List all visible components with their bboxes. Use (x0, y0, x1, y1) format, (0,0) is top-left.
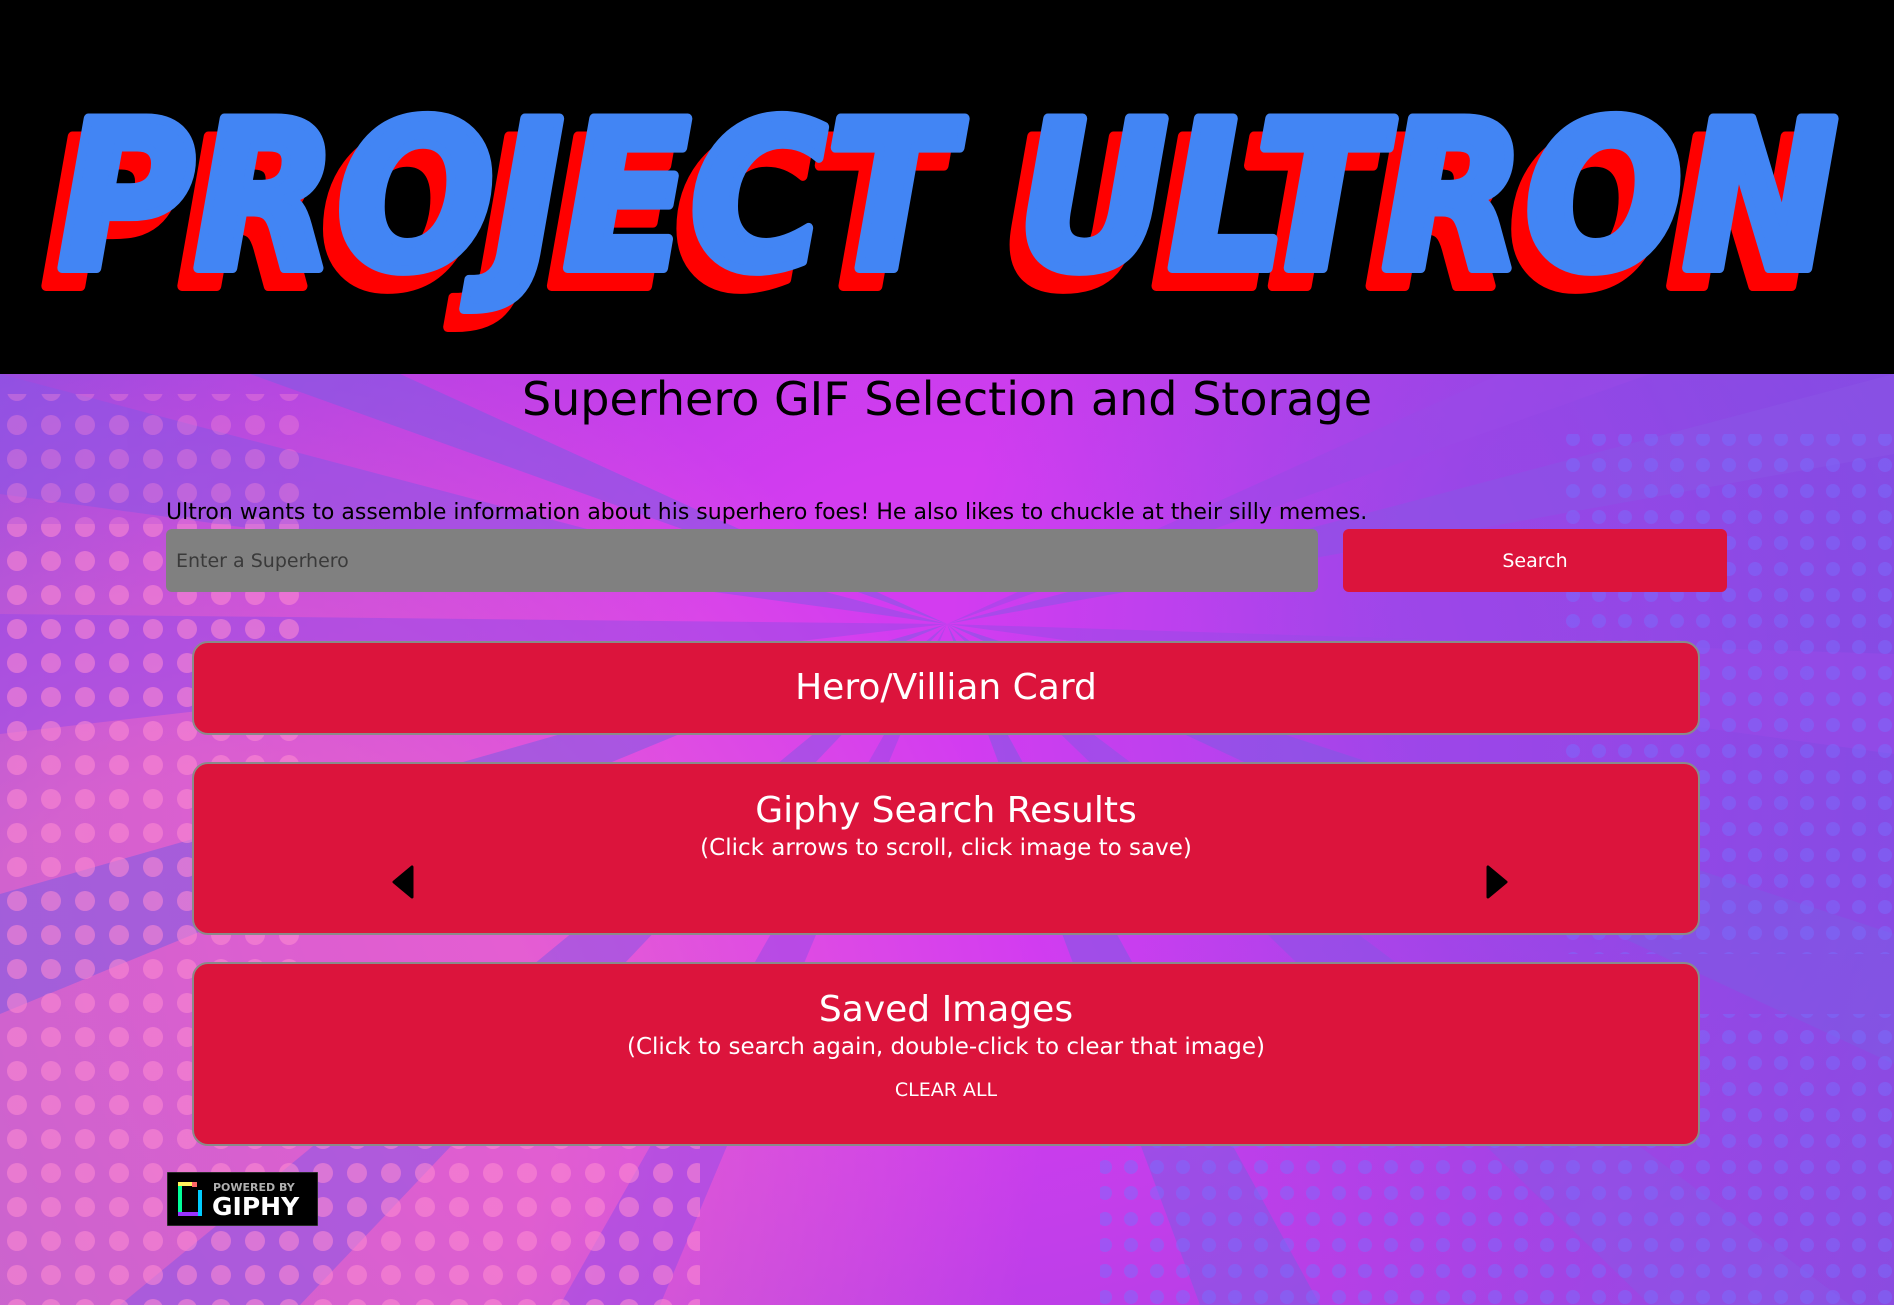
giphy-card-instructions: (Click arrows to scroll, click image to … (700, 835, 1192, 861)
saved-card-instructions: (Click to search again, double-click to … (626, 1034, 1266, 1060)
superhero-search-input[interactable] (166, 529, 1318, 592)
saved-images-card: Saved Images (Click to search again, dou… (192, 962, 1700, 1146)
logo-text: PROJECT ULTRON (58, 79, 1838, 317)
header-banner: PROJECT ULTRON PROJECT ULTRON (0, 0, 1894, 374)
intro-text: Ultron wants to assemble information abo… (166, 500, 1368, 525)
saved-card-title: Saved Images (818, 989, 1074, 1030)
caret-right-icon[interactable] (1482, 864, 1512, 900)
search-button[interactable]: Search (1343, 529, 1727, 592)
powered-by-giphy-badge: POWERED BY GIPHY (166, 1171, 319, 1227)
giphy-card-title: Giphy Search Results (755, 790, 1137, 831)
caret-left-icon[interactable] (388, 864, 418, 900)
giphy-wordmark: GIPHY (212, 1192, 300, 1221)
giphy-logo: POWERED BY GIPHY (166, 1171, 319, 1227)
project-ultron-logo: PROJECT ULTRON PROJECT ULTRON (37, 74, 1843, 340)
page-title: Superhero GIF Selection and Storage (521, 372, 1373, 426)
hero-card-title: Hero/Villian Card (795, 667, 1097, 708)
clear-all-button[interactable]: CLEAR ALL (889, 1078, 1003, 1102)
hero-villain-card: Hero/Villian Card (192, 641, 1700, 735)
giphy-results-card: Giphy Search Results (Click arrows to sc… (192, 762, 1700, 935)
